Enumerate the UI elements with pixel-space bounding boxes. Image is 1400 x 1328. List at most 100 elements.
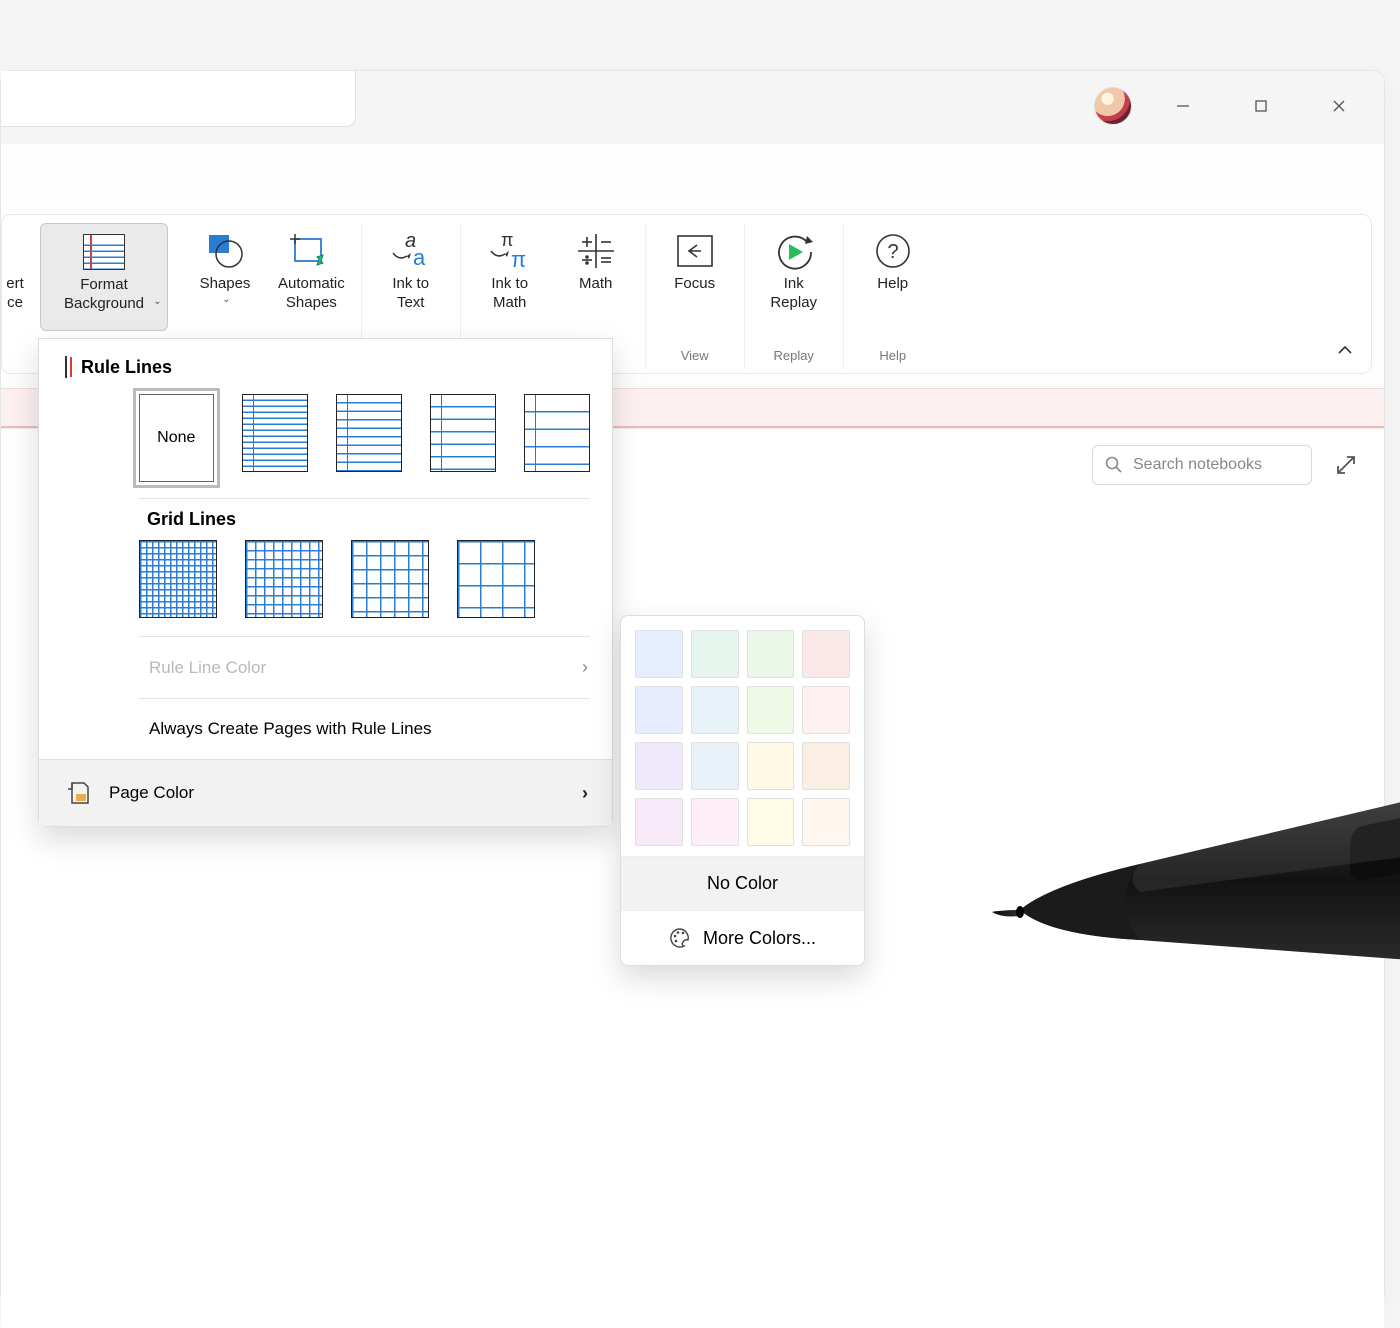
color-swatch-2[interactable]: [747, 630, 795, 678]
rule-lines-wide[interactable]: [524, 394, 590, 472]
rule-lines-narrow[interactable]: [242, 394, 308, 472]
grid-medium[interactable]: [245, 540, 323, 618]
color-swatch-12[interactable]: [635, 798, 683, 846]
color-swatch-0[interactable]: [635, 630, 683, 678]
format-background-menu: Rule Lines None Grid Lines Rule Line Col…: [38, 338, 613, 827]
ribbon-label: Ink to Math: [491, 275, 528, 313]
rule-lines-header: Rule Lines: [39, 339, 612, 382]
page-lines-icon: [65, 357, 67, 378]
more-colors-item[interactable]: More Colors...: [621, 910, 864, 965]
group-label-help: Help: [879, 348, 906, 369]
svg-text:π: π: [511, 247, 526, 271]
grid-lines-header: Grid Lines: [39, 499, 612, 534]
window-close-button[interactable]: [1312, 86, 1366, 126]
color-swatch-4[interactable]: [635, 686, 683, 734]
menu-label: More Colors...: [703, 928, 816, 949]
palette-icon: [669, 927, 691, 949]
shapes-button[interactable]: Shapes ⌄: [184, 223, 266, 310]
window-minimize-button[interactable]: [1156, 86, 1210, 126]
ribbon-label: Ink to Text: [392, 275, 429, 313]
ribbon-label: Help: [877, 275, 908, 294]
close-icon: [1332, 99, 1346, 113]
search-placeholder: Search notebooks: [1133, 456, 1262, 474]
chevron-down-icon: ⌄: [222, 294, 230, 307]
ribbon-collapse-button[interactable]: [1337, 342, 1353, 363]
minimize-icon: [1176, 99, 1190, 113]
color-swatch-9[interactable]: [691, 742, 739, 790]
ribbon-label: Format Background: [64, 276, 144, 314]
color-swatch-5[interactable]: [691, 686, 739, 734]
ribbon-label: Shapes: [200, 275, 251, 294]
titlebar: [1, 71, 1384, 144]
auto-shapes-icon: [289, 229, 333, 273]
color-swatch-1[interactable]: [691, 630, 739, 678]
color-swatch-6[interactable]: [747, 686, 795, 734]
page-lines-icon: [83, 230, 125, 274]
search-input[interactable]: Search notebooks: [1092, 445, 1312, 485]
ribbon-button-partial[interactable]: ert ce: [2, 223, 36, 317]
math-button[interactable]: Math: [555, 223, 637, 298]
grid-xlarge[interactable]: [457, 540, 535, 618]
window-maximize-button[interactable]: [1234, 86, 1288, 126]
ribbon-label: Focus: [674, 275, 715, 294]
ink-to-math-button[interactable]: ππ Ink to Math: [469, 223, 551, 317]
rule-line-color-item: Rule Line Color ›: [39, 637, 612, 698]
ribbon-label: ert ce: [6, 275, 24, 313]
page-color-icon: [65, 780, 91, 806]
format-background-button[interactable]: Format Background ⌄: [40, 223, 168, 331]
title-tab: [1, 71, 356, 127]
chevron-down-icon: ⌄: [153, 296, 161, 309]
menu-label: Always Create Pages with Rule Lines: [149, 719, 432, 739]
user-avatar[interactable]: [1094, 87, 1132, 125]
maximize-icon: [1254, 99, 1268, 113]
ink-to-text-icon: aa: [389, 229, 433, 273]
rule-lines-college[interactable]: [336, 394, 402, 472]
color-swatch-10[interactable]: [747, 742, 795, 790]
grid-large[interactable]: [351, 540, 429, 618]
math-icon: [576, 229, 616, 273]
group-label-view: View: [681, 348, 709, 369]
focus-icon: [675, 229, 715, 273]
expand-button[interactable]: [1328, 447, 1364, 483]
ribbon-label: Automatic Shapes: [278, 275, 345, 313]
help-icon: ?: [874, 229, 912, 273]
chevron-up-icon: [1337, 342, 1353, 358]
color-swatch-15[interactable]: [802, 798, 850, 846]
ink-to-text-button[interactable]: aa Ink to Text: [370, 223, 452, 317]
header-text: Grid Lines: [147, 509, 236, 530]
menu-label: No Color: [707, 873, 778, 893]
grid-small[interactable]: [139, 540, 217, 618]
menu-label: Rule Line Color: [149, 658, 266, 678]
expand-icon: [1336, 455, 1356, 475]
ribbon-label: Math: [579, 275, 612, 294]
menu-label: Page Color: [109, 783, 194, 803]
ink-replay-button[interactable]: Ink Replay: [753, 223, 835, 317]
ink-to-math-icon: ππ: [487, 229, 533, 273]
chevron-right-icon: ›: [582, 783, 588, 804]
focus-button[interactable]: Focus: [654, 223, 736, 298]
color-swatch-11[interactable]: [802, 742, 850, 790]
search-icon: [1105, 456, 1123, 474]
page-color-popup: No Color More Colors...: [620, 615, 865, 966]
color-swatch-7[interactable]: [802, 686, 850, 734]
header-text: Rule Lines: [81, 357, 172, 378]
color-swatch-13[interactable]: [691, 798, 739, 846]
svg-text:a: a: [413, 245, 426, 270]
color-grid: [621, 626, 864, 856]
page-color-item[interactable]: Page Color ›: [39, 760, 612, 826]
color-swatch-14[interactable]: [747, 798, 795, 846]
group-label-replay: Replay: [773, 348, 813, 369]
color-swatch-8[interactable]: [635, 742, 683, 790]
shapes-icon: [205, 229, 245, 273]
ribbon-label: Ink Replay: [770, 275, 817, 313]
color-swatch-3[interactable]: [802, 630, 850, 678]
replay-icon: [773, 229, 815, 273]
svg-text:?: ?: [887, 241, 898, 263]
rule-lines-standard[interactable]: [430, 394, 496, 472]
help-button[interactable]: ? Help: [852, 223, 934, 298]
automatic-shapes-button[interactable]: Automatic Shapes: [270, 223, 353, 317]
no-color-item[interactable]: No Color: [621, 856, 864, 910]
rule-lines-none[interactable]: None: [139, 394, 214, 482]
none-label: None: [157, 429, 195, 447]
always-create-rule-lines-item[interactable]: Always Create Pages with Rule Lines: [39, 699, 612, 759]
